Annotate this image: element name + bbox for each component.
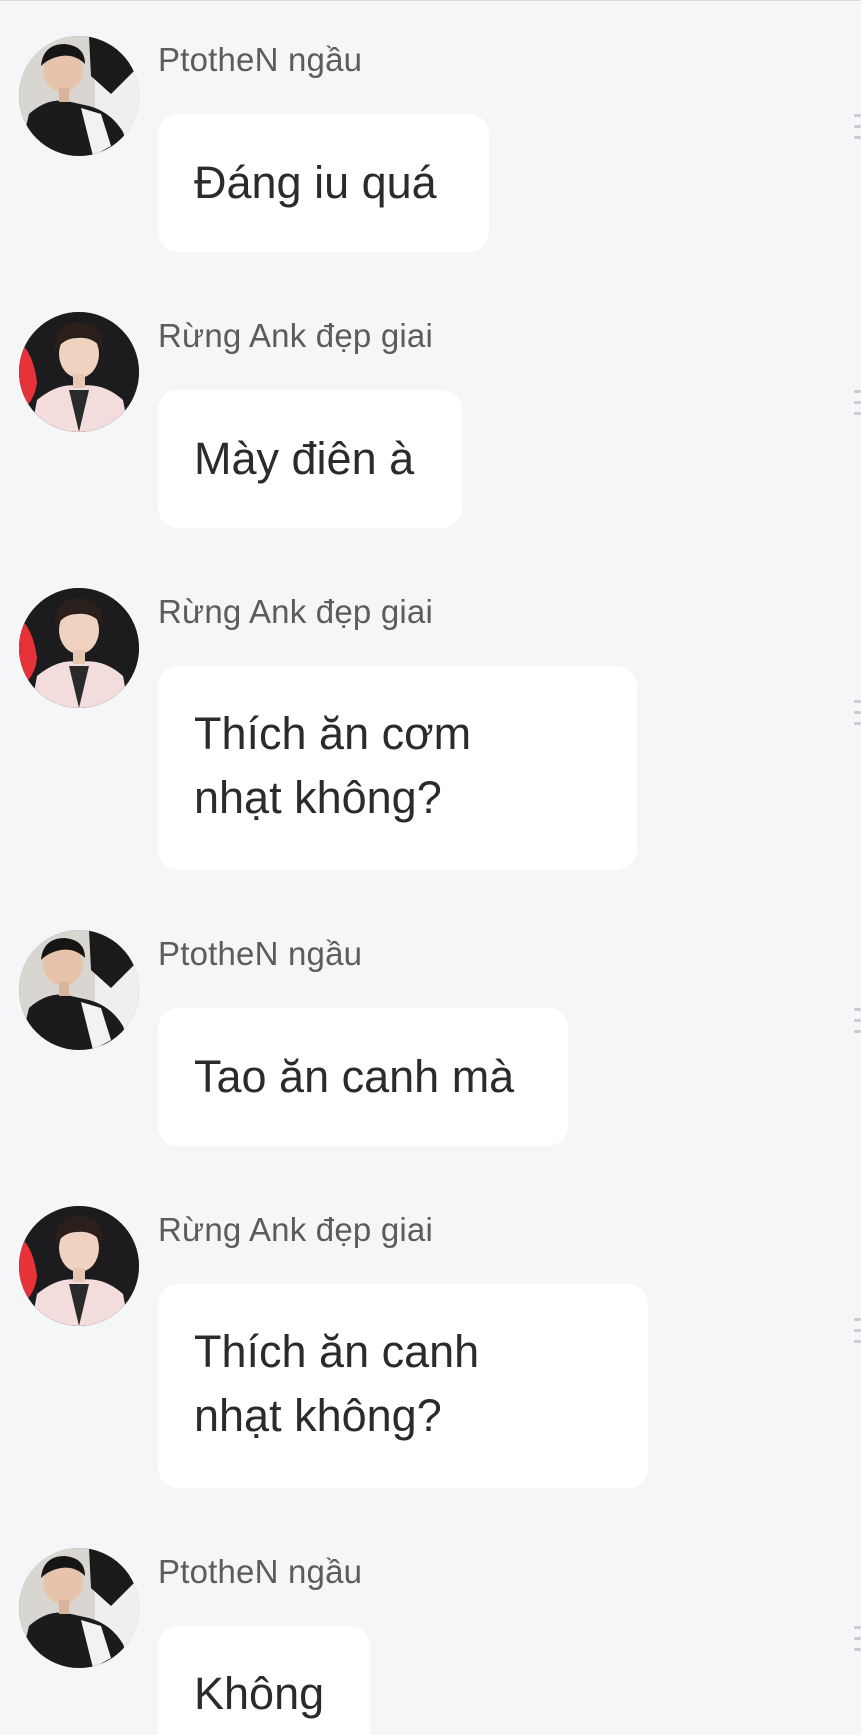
message-bubble[interactable]: Tao ăn canh mà — [158, 1008, 568, 1146]
avatar-ptothen-image — [19, 1548, 139, 1668]
menu-handle-icon[interactable] — [854, 1008, 861, 1041]
avatar-rung-ank-image — [19, 588, 139, 708]
avatar-ptothen[interactable] — [19, 36, 139, 156]
message-bubble[interactable]: Thích ăn cơm nhạt không? — [158, 666, 637, 870]
avatar-ptothen[interactable] — [19, 930, 139, 1050]
chat-thread[interactable]: PtotheN ngầu Đáng iu quá Rừng Ank đẹp gi… — [0, 0, 861, 1735]
avatar-ptothen-image — [19, 930, 139, 1050]
sender-name: Rừng Ank đẹp giai — [158, 1211, 434, 1248]
avatar-rung-ank[interactable] — [19, 588, 139, 708]
menu-handle-icon[interactable] — [854, 1318, 861, 1351]
sender-name: Rừng Ank đẹp giai — [158, 317, 434, 354]
avatar-rung-ank[interactable] — [19, 312, 139, 432]
avatar-ptothen-image — [19, 36, 139, 156]
avatar-ptothen[interactable] — [19, 1548, 139, 1668]
avatar-rung-ank-image — [19, 312, 139, 432]
avatar-rung-ank-image — [19, 1206, 139, 1326]
sender-name: PtotheN ngầu — [158, 935, 363, 972]
sender-name: Rừng Ank đẹp giai — [158, 593, 434, 630]
message-bubble[interactable]: Không — [158, 1626, 370, 1735]
menu-handle-icon[interactable] — [854, 1626, 861, 1659]
sender-name: PtotheN ngầu — [158, 41, 363, 78]
sender-name: PtotheN ngầu — [158, 1553, 363, 1590]
menu-handle-icon[interactable] — [854, 114, 861, 147]
menu-handle-icon[interactable] — [854, 390, 861, 423]
message-bubble[interactable]: Thích ăn canh nhạt không? — [158, 1284, 648, 1488]
message-bubble[interactable]: Đáng iu quá — [158, 114, 489, 252]
avatar-rung-ank[interactable] — [19, 1206, 139, 1326]
menu-handle-icon[interactable] — [854, 700, 861, 733]
message-bubble[interactable]: Mày điên à — [158, 390, 462, 528]
